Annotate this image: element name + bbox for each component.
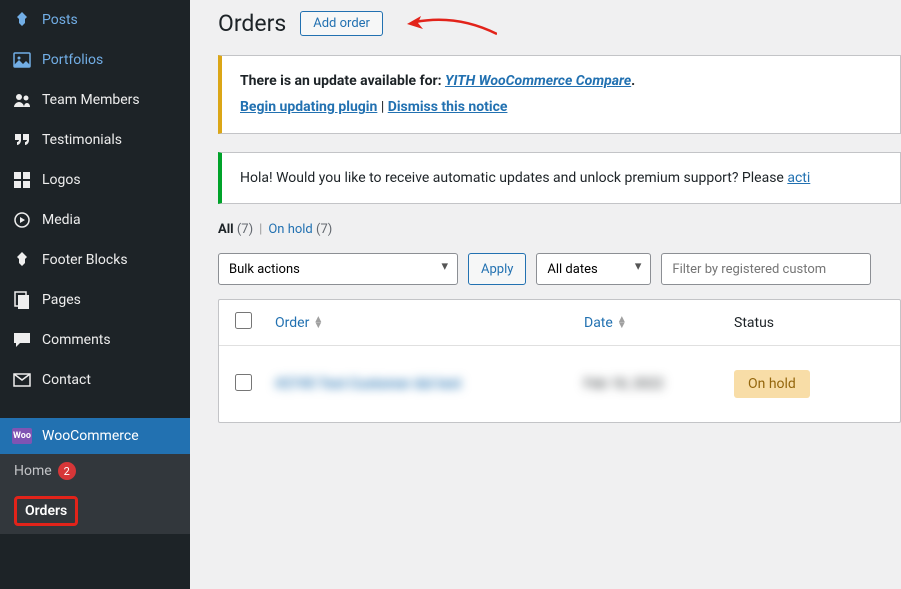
notice-lead: There is an update available for: (240, 73, 445, 89)
mail-icon (12, 370, 32, 390)
apply-button[interactable]: Apply (468, 253, 526, 285)
count-badge: 2 (58, 462, 76, 480)
table-header: Order▲▼ Date▲▼ Status (219, 300, 900, 346)
add-order-button[interactable]: Add order (300, 11, 383, 36)
subnav-label: Home (14, 463, 52, 479)
begin-update-link[interactable]: Begin updating plugin (240, 99, 377, 115)
nav-label: Contact (42, 372, 91, 388)
main-content: Orders Add order There is an update avai… (190, 0, 901, 589)
nav-label: Testimonials (42, 132, 122, 148)
col-status: Status (734, 315, 884, 331)
update-notice: There is an update available for: YITH W… (218, 55, 901, 134)
quote-icon (12, 130, 32, 150)
pin-icon (12, 10, 32, 30)
status-filters: All (7)|On hold (7) (218, 222, 901, 237)
plugin-link[interactable]: YITH WooCommerce Compare (445, 73, 631, 89)
notice-text: Hola! Would you like to receive automati… (240, 170, 787, 186)
nav-label: Media (42, 212, 81, 228)
image-icon (12, 50, 32, 70)
order-link[interactable]: #2745 Test Customer dul test (275, 376, 461, 392)
filter-onhold[interactable]: On hold (268, 222, 312, 237)
nav-label: Portfolios (42, 52, 103, 68)
table-controls: Bulk actions Apply All dates (218, 253, 901, 285)
pages-icon (12, 290, 32, 310)
nav-label: Logos (42, 172, 81, 188)
pin-icon (12, 250, 32, 270)
sort-icon: ▲▼ (617, 317, 627, 329)
status-badge: On hold (734, 370, 810, 398)
nav-testimonials[interactable]: Testimonials (0, 120, 190, 160)
col-order[interactable]: Order▲▼ (275, 315, 584, 331)
activate-link[interactable]: acti (787, 170, 810, 186)
woo-submenu: Home 2 Orders (0, 454, 190, 534)
comment-icon (12, 330, 32, 350)
separator: | (377, 99, 387, 115)
nav-label: Pages (42, 292, 81, 308)
grid-icon (12, 170, 32, 190)
nav-team[interactable]: Team Members (0, 80, 190, 120)
orders-table: Order▲▼ Date▲▼ Status #2745 Test Custome… (218, 299, 901, 423)
activate-notice: Hola! Would you like to receive automati… (218, 152, 901, 204)
order-date: Feb 18, 2022 (584, 376, 664, 392)
media-icon (12, 210, 32, 230)
filter-count: (7) (237, 222, 253, 237)
nav-woocommerce[interactable]: Woo WooCommerce (0, 418, 190, 454)
dismiss-link[interactable]: Dismiss this notice (388, 99, 508, 115)
annotation-arrow-icon (407, 12, 497, 36)
nav-label: Footer Blocks (42, 252, 128, 268)
users-icon (12, 90, 32, 110)
nav-media[interactable]: Media (0, 200, 190, 240)
bulk-actions-select[interactable]: Bulk actions (218, 253, 458, 285)
subnav-home[interactable]: Home 2 (0, 454, 190, 488)
col-date[interactable]: Date▲▼ (584, 315, 734, 331)
nav-posts[interactable]: Posts (0, 0, 190, 40)
select-all-checkbox[interactable] (235, 312, 252, 329)
nav-logos[interactable]: Logos (0, 160, 190, 200)
page-header: Orders Add order (218, 10, 901, 37)
customer-filter-input[interactable] (661, 253, 871, 285)
page-title: Orders (218, 10, 286, 37)
nav-footer[interactable]: Footer Blocks (0, 240, 190, 280)
dates-select[interactable]: All dates (536, 253, 651, 285)
admin-sidebar: Posts Portfolios Team Members Testimonia… (0, 0, 190, 589)
woo-icon: Woo (12, 428, 32, 444)
sort-icon: ▲▼ (313, 317, 323, 329)
nav-comments[interactable]: Comments (0, 320, 190, 360)
table-row[interactable]: #2745 Test Customer dul test Feb 18, 202… (219, 346, 900, 422)
nav-label: Team Members (42, 92, 140, 108)
nav-contact[interactable]: Contact (0, 360, 190, 400)
nav-pages[interactable]: Pages (0, 280, 190, 320)
subnav-orders[interactable]: Orders (0, 488, 190, 534)
filter-count: (7) (316, 222, 332, 237)
nav-label: Posts (42, 12, 78, 28)
filter-all[interactable]: All (218, 222, 234, 237)
row-checkbox[interactable] (235, 374, 252, 391)
annotation-highlight: Orders (14, 496, 78, 526)
nav-portfolios[interactable]: Portfolios (0, 40, 190, 80)
nav-label: WooCommerce (42, 428, 139, 444)
nav-label: Comments (42, 332, 111, 348)
